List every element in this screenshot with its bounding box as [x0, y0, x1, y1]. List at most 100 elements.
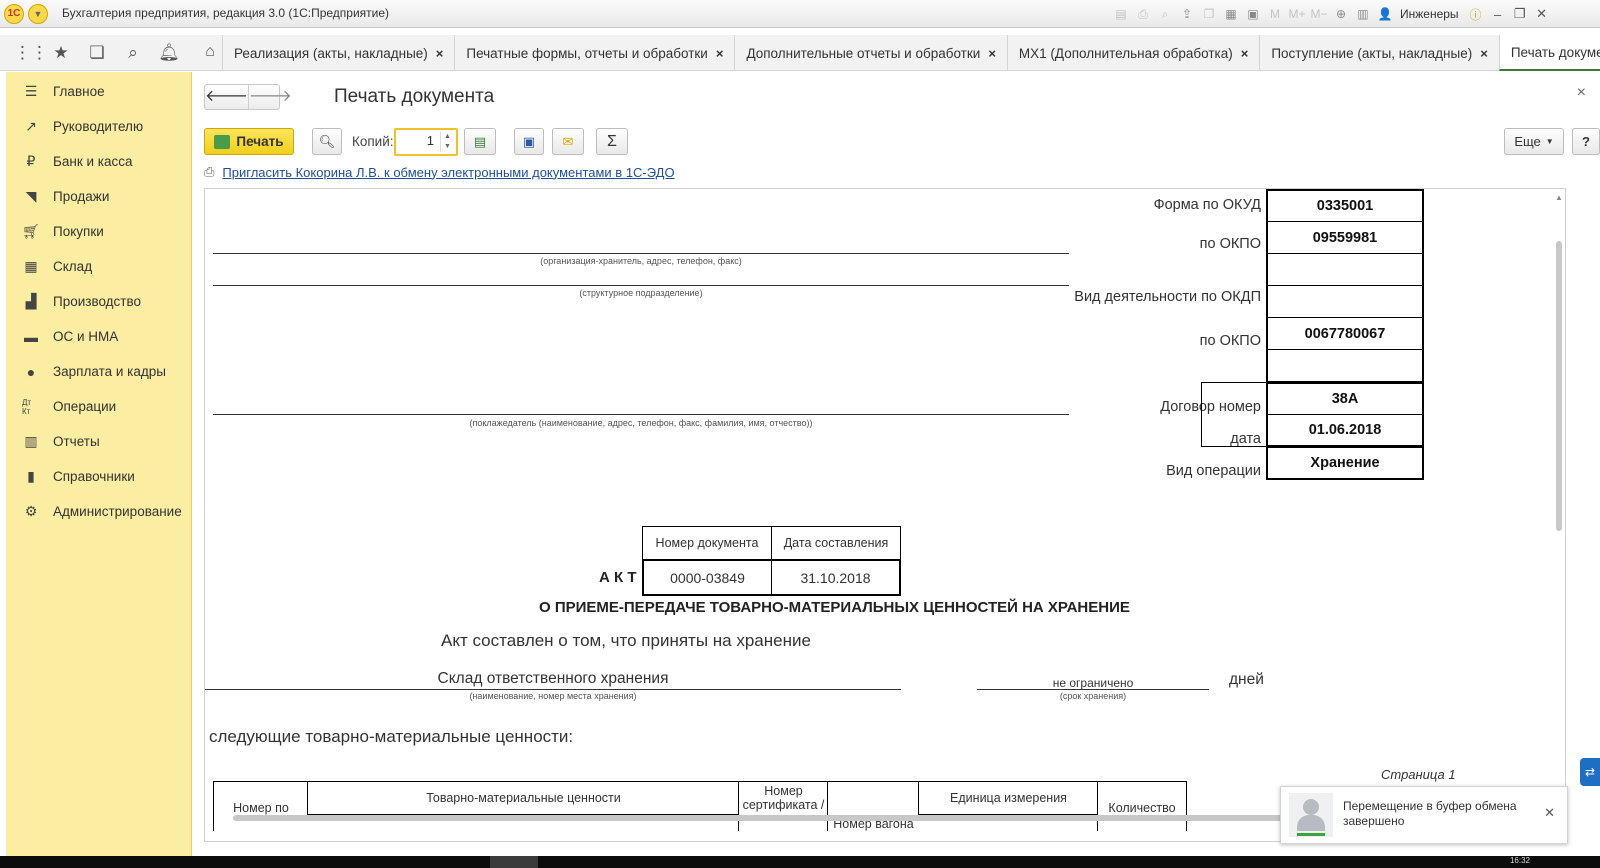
email-button[interactable]: ✉	[552, 128, 584, 155]
dept-caption: (структурное подразделение)	[579, 288, 703, 298]
nav-buttons: 🡐 🡒	[204, 84, 292, 110]
sidebar-item-warehouse[interactable]: ▦ Склад	[6, 249, 191, 284]
tab-print-forms[interactable]: Печатные формы, отчеты и обработки ×	[454, 35, 734, 71]
history-icon[interactable]: ❏	[86, 43, 108, 63]
tab-print-document[interactable]: Печать документа×	[1498, 35, 1600, 71]
help-button[interactable]: ?	[1572, 128, 1600, 155]
document-heading: О ПРИЕМЕ-ПЕРЕДАЧЕ ТОВАРНО-МАТЕРИАЛЬНЫХ Ц…	[539, 599, 1130, 616]
tab-receipt[interactable]: Поступление (акты, накладные) ×	[1259, 35, 1499, 71]
tab-strip: Реализация (акты, накладные) × Печатные ф…	[222, 35, 1600, 71]
col-wagon-header: Номер вагона	[827, 781, 919, 831]
days-label: дней	[1229, 671, 1264, 688]
trend-icon: ↗	[25, 118, 37, 134]
vertical-scroll-thumb[interactable]	[1556, 241, 1562, 531]
empty-code-cell	[1266, 253, 1424, 286]
upload-icon[interactable]: ⇪	[1178, 6, 1196, 22]
taskbar: 16:32	[0, 856, 1600, 868]
close-icon[interactable]: ×	[1480, 46, 1488, 61]
close-icon[interactable]: ×	[436, 46, 444, 61]
tab-mx1[interactable]: МХ1 (Дополнительная обработка) ×	[1006, 35, 1259, 71]
sidebar-item-production[interactable]: ▟ Производство	[6, 284, 191, 319]
col-unit-header: Единица измерения	[918, 781, 1098, 815]
home-icon[interactable]: ⌂	[200, 43, 220, 63]
sum-button[interactable]: Σ	[596, 128, 628, 155]
print-button[interactable]: Печать	[204, 128, 294, 155]
memory-mminus-icon[interactable]: M−	[1310, 6, 1328, 22]
taskbar-clock: 16:32	[1509, 856, 1530, 865]
calculator-icon[interactable]: ▦	[1222, 6, 1240, 22]
window-title: Бухгалтерия предприятия, редакция 3.0 (1…	[62, 6, 390, 20]
document-area[interactable]: (организация-хранитель, адрес, телефон, …	[204, 188, 1566, 842]
memory-mplus-icon[interactable]: M+	[1288, 6, 1306, 22]
copies-input[interactable]: 1 ▲ ▼	[394, 128, 458, 156]
copy-icon[interactable]: ❐	[1200, 6, 1218, 22]
favorites-icon[interactable]: ★	[50, 43, 72, 63]
sidebar: ☰ Главное ↗ Руководителю ₽ Банк и касса ◥ Пр…	[6, 72, 192, 856]
person-icon: ●	[26, 363, 36, 380]
scroll-up-icon[interactable]: ▲	[1553, 193, 1565, 202]
sidebar-item-manager[interactable]: ↗ Руководителю	[6, 109, 191, 144]
bell-icon[interactable]: 🔔︎	[158, 43, 180, 63]
close-icon[interactable]: ×	[988, 46, 996, 61]
more-button[interactable]: Еще ▼	[1504, 128, 1564, 155]
memory-m-icon[interactable]: M	[1266, 6, 1284, 22]
app-logo-icon[interactable]: 1С	[4, 4, 24, 24]
print-icon[interactable]: ⎙	[1134, 6, 1152, 22]
close-icon[interactable]: ×	[1241, 46, 1249, 61]
calendar-icon[interactable]: ▣	[1244, 6, 1262, 22]
close-form-icon[interactable]: ×	[1577, 84, 1586, 102]
sidebar-item-main[interactable]: ☰ Главное	[6, 74, 191, 109]
storage-place: Склад ответственного хранения	[437, 670, 669, 687]
apps-grid-icon[interactable]: ⋮⋮	[14, 43, 48, 63]
user-name[interactable]: Инженеры	[1400, 7, 1459, 21]
contract-box	[1201, 382, 1267, 447]
envelope-icon: ✉	[562, 133, 574, 149]
sidebar-item-purchases[interactable]: 🛒︎ Покупки	[6, 214, 191, 249]
copies-value[interactable]: 1	[400, 133, 438, 151]
sales-icon: ◥	[25, 188, 37, 204]
search-icon[interactable]: ⌕	[122, 43, 144, 63]
sidebar-item-bank[interactable]: ₽ Банк и касса	[6, 144, 191, 179]
cart-icon: 🛒︎	[22, 223, 40, 239]
close-icon[interactable]: ×	[716, 46, 724, 61]
back-icon[interactable]: 🡐	[205, 85, 248, 109]
minimize-icon[interactable]: –	[1487, 7, 1509, 22]
preview-button[interactable]: 🔍︎	[312, 128, 342, 155]
restore-icon[interactable]: ❐	[1509, 6, 1531, 22]
zoom-icon[interactable]: ⊕	[1332, 6, 1350, 22]
copies-spinner[interactable]: ▲ ▼	[440, 132, 454, 152]
edit-document-button[interactable]: ▤	[464, 128, 496, 155]
teamviewer-icon[interactable]: ⇄	[1580, 758, 1600, 786]
magnifier-icon: 🔍︎	[318, 133, 336, 149]
sidebar-item-admin[interactable]: ⚙ Администрирование	[6, 494, 191, 529]
main-area: 🡐 🡒 Печать документа × Печать 🔍︎ Копий: …	[192, 72, 1600, 856]
taskbar-item[interactable]	[490, 856, 538, 868]
okdp-value	[1266, 285, 1424, 318]
chart-icon: ▥	[24, 433, 38, 449]
panels-icon[interactable]: ▥	[1354, 6, 1372, 22]
operation-type-value: Хранение	[1266, 447, 1424, 480]
sidebar-item-sales[interactable]: ◥ Продажи	[6, 179, 191, 214]
save-button[interactable]: ▣	[514, 128, 544, 155]
sidebar-item-reports[interactable]: ▥ Отчеты	[6, 424, 191, 459]
sidebar-item-assets[interactable]: ▬ ОС и НМА	[6, 319, 191, 354]
col-certificate-header: Номер сертификата /	[738, 781, 828, 831]
tab-additional-reports[interactable]: Дополнительные отчеты и обработки ×	[734, 35, 1006, 71]
edo-invite-link[interactable]: Пригласить Кокорина Л.В. к обмену электр…	[222, 165, 674, 180]
vertical-scrollbar[interactable]: ▲	[1553, 193, 1565, 821]
close-window-icon[interactable]: ✕	[1531, 6, 1553, 22]
forward-icon[interactable]: 🡒	[247, 85, 292, 109]
close-notification-icon[interactable]: ✕	[1544, 805, 1555, 821]
main-menu-icon[interactable]: ▼	[28, 4, 48, 24]
save-icon[interactable]: ▤	[1112, 6, 1130, 22]
preview-icon[interactable]: ⌕	[1156, 6, 1174, 22]
sidebar-item-directories[interactable]: ▮ Справочники	[6, 459, 191, 494]
sidebar-item-operations[interactable]: Дт Кт Операции	[6, 389, 191, 424]
act-label: А К Т	[599, 569, 637, 586]
user-avatar-icon	[1289, 793, 1333, 837]
title-bar: 1С ▼ Бухгалтерия предприятия, редакция 3…	[0, 0, 1600, 28]
tab-realization[interactable]: Реализация (акты, накладные) ×	[222, 35, 454, 71]
info-icon[interactable]: ⓘ	[1467, 6, 1485, 22]
ruble-icon: ₽	[26, 153, 36, 169]
sidebar-item-salary[interactable]: ● Зарплата и кадры	[6, 354, 191, 389]
